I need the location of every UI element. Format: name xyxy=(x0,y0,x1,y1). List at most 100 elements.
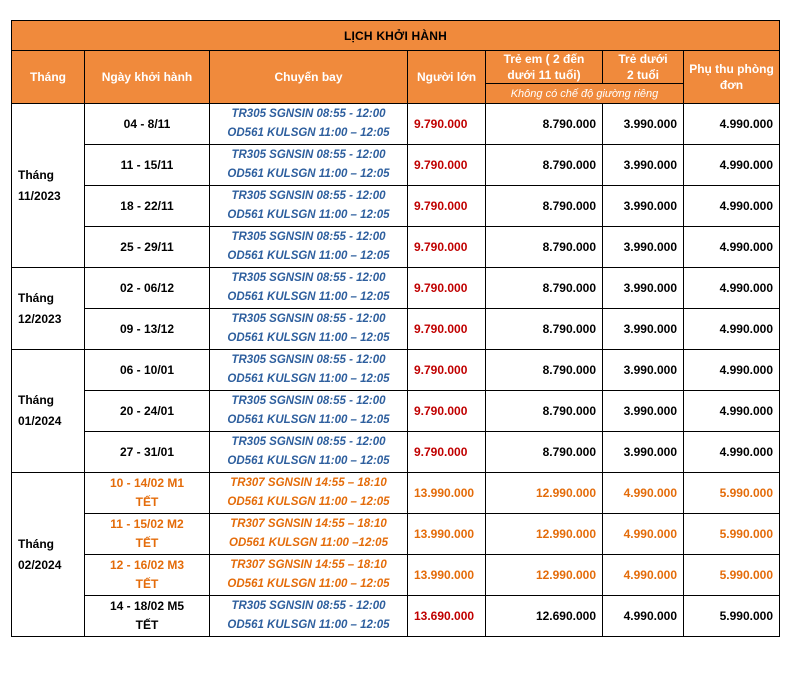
flight-cell: TR307 SGNSIN 14:55 – 18:10 OD561 KULSGN 1… xyxy=(209,472,408,514)
departure-date: 11 - 15/11 xyxy=(120,157,174,172)
infant-price: 3.990.000 xyxy=(602,431,684,473)
single-supplement-price: 4.990.000 xyxy=(682,349,781,391)
flight-cell: TR305 SGNSIN 08:55 - 12:00 OD561 KULSGN 1… xyxy=(209,431,408,473)
month-cell: Tháng 12/2023 xyxy=(11,267,85,350)
departure-date: 10 - 14/02 M1 xyxy=(109,476,185,490)
departure-date: 12 - 16/02 M3 xyxy=(109,558,185,572)
month-cell: Tháng 02/2024 xyxy=(11,472,85,637)
adult-price: 9.790.000 xyxy=(407,349,486,391)
header-child: Trẻ em ( 2 đến dưới 11 tuổi) xyxy=(485,50,603,84)
schedule-body: Tháng 11/2023 04 - 8/11 TR305 SGNSIN 08:55 … xyxy=(11,103,781,637)
child-price: 8.790.000 xyxy=(485,185,603,227)
table-row: 09 - 13/12 TR305 SGNSIN 08:55 - 12:00 OD56… xyxy=(12,308,781,350)
departure-date: 02 - 06/12 xyxy=(119,280,175,295)
single-supplement-price: 4.990.000 xyxy=(682,390,781,432)
infant-price: 3.990.000 xyxy=(602,144,684,186)
adult-price: 9.790.000 xyxy=(407,390,486,432)
departure-date: 20 - 24/01 xyxy=(119,403,175,418)
table-row: 25 - 29/11 TR305 SGNSIN 08:55 - 12:00 OD56… xyxy=(12,226,781,268)
departure-schedule-table: LỊCH KHỞI HÀNH Tháng Ngày khởi hành Chuy… xyxy=(10,20,781,637)
table-title: LỊCH KHỞI HÀNH xyxy=(10,20,781,51)
single-supplement-price: 5.990.000 xyxy=(682,554,781,596)
table-row: 18 - 22/11 TR305 SGNSIN 08:55 - 12:00 OD56… xyxy=(12,185,781,227)
single-supplement-price: 5.990.000 xyxy=(682,472,781,514)
outbound-flight: TR305 SGNSIN 08:55 - 12:00 xyxy=(231,313,386,325)
outbound-flight: TR305 SGNSIN 08:55 - 12:00 xyxy=(231,149,386,161)
departure-date-cell: 09 - 13/12 xyxy=(84,308,210,350)
child-price: 8.790.000 xyxy=(485,308,603,350)
table-row: 11 - 15/11 TR305 SGNSIN 08:55 - 12:00 OD56… xyxy=(12,144,781,186)
adult-price: 9.790.000 xyxy=(407,431,486,473)
month-cell: Tháng 01/2024 xyxy=(11,349,85,473)
single-supplement-price: 4.990.000 xyxy=(682,308,781,350)
return-flight: OD561 KULSGN 11:00 – 12:05 xyxy=(227,291,390,303)
header-child-line2: dưới 11 tuổi) xyxy=(507,68,581,82)
departure-date-cell: 25 - 29/11 xyxy=(84,226,210,268)
month-label: Tháng xyxy=(18,290,54,305)
header-flight: Chuyến bay xyxy=(209,50,408,104)
return-flight: OD561 KULSGN 11:00 – 12:05 xyxy=(227,332,390,344)
outbound-flight: TR307 SGNSIN 14:55 – 18:10 xyxy=(230,518,387,530)
departure-date: 25 - 29/11 xyxy=(120,239,174,254)
return-flight: OD561 KULSGN 11:00 – 12:05 xyxy=(227,127,390,139)
infant-price: 3.990.000 xyxy=(602,226,684,268)
infant-price: 4.990.000 xyxy=(602,595,684,637)
tet-label: TẾT xyxy=(135,536,159,550)
adult-price: 13.990.000 xyxy=(407,472,486,514)
adult-price: 9.790.000 xyxy=(407,226,486,268)
infant-price: 4.990.000 xyxy=(602,513,684,555)
header-child-note: Không có chế độ giường riêng xyxy=(485,83,684,104)
return-flight: OD561 KULSGN 11:00 – 12:05 xyxy=(227,209,390,221)
infant-price: 3.990.000 xyxy=(602,267,684,309)
header-infant: Trẻ dưới 2 tuổi xyxy=(602,50,684,84)
infant-price: 3.990.000 xyxy=(602,103,684,145)
outbound-flight: TR307 SGNSIN 14:55 – 18:10 xyxy=(230,477,387,489)
table-row: 11 - 15/02 M2 TẾT TR307 SGNSIN 14:55 – 18:… xyxy=(12,513,781,555)
month-year: 12/2023 xyxy=(18,311,62,326)
table-row: Tháng 01/2024 06 - 10/01 TR305 SGNSIN 08:55… xyxy=(11,349,781,473)
header-infant-line1: Trẻ dưới xyxy=(618,52,668,66)
table-row: 14 - 18/02 M5 TẾT TR305 SGNSIN 08:55 - 12:… xyxy=(12,595,781,637)
outbound-flight: TR305 SGNSIN 08:55 - 12:00 xyxy=(231,436,386,448)
child-price: 8.790.000 xyxy=(485,431,603,473)
flight-cell: TR307 SGNSIN 14:55 – 18:10 OD561 KULSGN 1… xyxy=(209,513,408,555)
departure-date-cell: 14 - 18/02 M5 TẾT xyxy=(84,595,210,637)
outbound-flight: TR305 SGNSIN 08:55 - 12:00 xyxy=(231,108,386,120)
child-price: 12.990.000 xyxy=(485,513,603,555)
flight-cell: TR305 SGNSIN 08:55 - 12:00 OD561 KULSGN 1… xyxy=(209,349,408,391)
adult-price: 9.790.000 xyxy=(407,144,486,186)
flight-cell: TR305 SGNSIN 08:55 - 12:00 OD561 KULSGN 1… xyxy=(209,226,408,268)
child-price: 8.790.000 xyxy=(485,226,603,268)
month-year: 02/2024 xyxy=(18,557,62,572)
departure-date: 11 - 15/02 M2 xyxy=(110,517,184,531)
outbound-flight: TR305 SGNSIN 08:55 - 12:00 xyxy=(231,354,386,366)
single-supplement-price: 4.990.000 xyxy=(682,431,781,473)
child-price: 12.990.000 xyxy=(485,554,603,596)
month-label: Tháng xyxy=(18,393,54,407)
header-month: Tháng xyxy=(11,50,85,104)
departure-date-cell: 04 - 8/11 xyxy=(84,103,210,145)
flight-cell: TR305 SGNSIN 08:55 - 12:00 OD561 KULSGN 1… xyxy=(209,595,408,637)
adult-price: 9.790.000 xyxy=(407,185,486,227)
infant-price: 3.990.000 xyxy=(602,349,684,391)
departure-date: 06 - 10/01 xyxy=(119,362,175,377)
adult-price: 9.790.000 xyxy=(407,103,486,145)
table-row: Tháng 12/2023 02 - 06/12 TR305 SGNSIN 08:55… xyxy=(11,267,781,350)
single-supplement-price: 4.990.000 xyxy=(682,185,781,227)
infant-price: 3.990.000 xyxy=(602,185,684,227)
departure-date: 09 - 13/12 xyxy=(119,321,175,336)
header-adult: Người lớn xyxy=(407,50,486,104)
flight-cell: TR305 SGNSIN 08:55 - 12:00 OD561 KULSGN 1… xyxy=(209,390,408,432)
single-supplement-price: 4.990.000 xyxy=(682,226,781,268)
outbound-flight: TR305 SGNSIN 08:55 - 12:00 xyxy=(231,190,386,202)
return-flight: OD561 KULSGN 11:00 – 12:05 xyxy=(227,414,390,426)
infant-price: 4.990.000 xyxy=(602,472,684,514)
single-supplement-price: 4.990.000 xyxy=(682,267,781,309)
table-row: 27 - 31/01 TR305 SGNSIN 08:55 - 12:00 OD56… xyxy=(12,431,781,473)
child-price: 12.990.000 xyxy=(485,472,603,514)
month-cell: Tháng 11/2023 xyxy=(11,103,85,268)
adult-price: 9.790.000 xyxy=(407,308,486,350)
departure-date-cell: 18 - 22/11 xyxy=(84,185,210,227)
flight-cell: TR305 SGNSIN 08:55 - 12:00 OD561 KULSGN 1… xyxy=(209,144,408,186)
single-supplement-price: 4.990.000 xyxy=(682,103,781,145)
